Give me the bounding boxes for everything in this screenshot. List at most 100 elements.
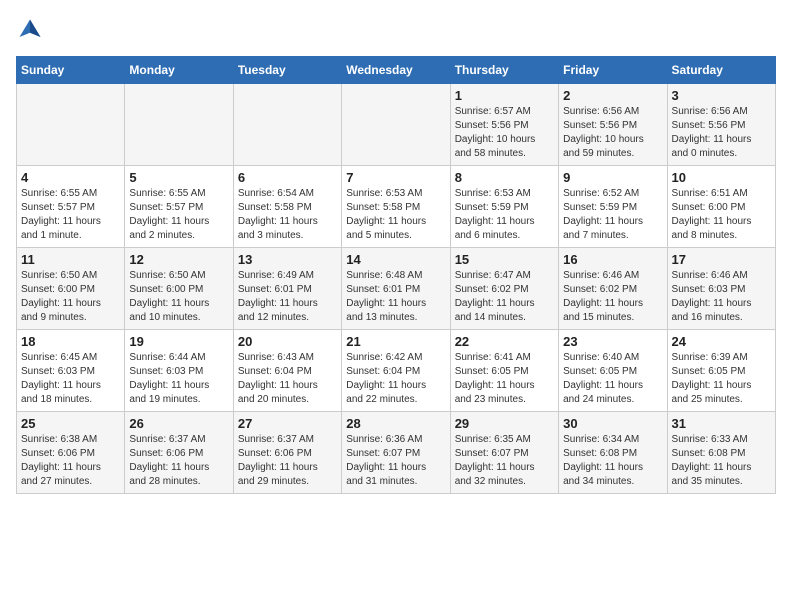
- calendar-cell: 28 Sunrise: 6:36 AM Sunset: 6:07 PM Dayli…: [342, 412, 450, 494]
- day-info: Sunrise: 6:37 AM Sunset: 6:06 PM Dayligh…: [129, 433, 228, 489]
- day-number: 14: [346, 252, 445, 267]
- day-info: Sunrise: 6:34 AM Sunset: 6:08 PM Dayligh…: [563, 433, 662, 489]
- logo: [16, 16, 46, 44]
- day-number: 21: [346, 334, 445, 349]
- day-info: Sunrise: 6:44 AM Sunset: 6:03 PM Dayligh…: [129, 351, 228, 407]
- day-number: 19: [129, 334, 228, 349]
- day-number: 23: [563, 334, 662, 349]
- day-info: Sunrise: 6:42 AM Sunset: 6:04 PM Dayligh…: [346, 351, 445, 407]
- day-info: Sunrise: 6:37 AM Sunset: 6:06 PM Dayligh…: [238, 433, 337, 489]
- calendar-cell: 7 Sunrise: 6:53 AM Sunset: 5:58 PM Daylig…: [342, 166, 450, 248]
- day-number: 10: [672, 170, 771, 185]
- day-number: 4: [21, 170, 120, 185]
- calendar-week-row: 1 Sunrise: 6:57 AM Sunset: 5:56 PM Daylig…: [17, 84, 776, 166]
- day-info: Sunrise: 6:41 AM Sunset: 6:05 PM Dayligh…: [455, 351, 554, 407]
- day-info: Sunrise: 6:47 AM Sunset: 6:02 PM Dayligh…: [455, 269, 554, 325]
- calendar-cell: 20 Sunrise: 6:43 AM Sunset: 6:04 PM Dayli…: [233, 330, 341, 412]
- calendar-cell: 9 Sunrise: 6:52 AM Sunset: 5:59 PM Daylig…: [559, 166, 667, 248]
- weekday-header: Monday: [125, 57, 233, 84]
- day-number: 31: [672, 416, 771, 431]
- day-number: 30: [563, 416, 662, 431]
- day-number: 17: [672, 252, 771, 267]
- day-info: Sunrise: 6:46 AM Sunset: 6:03 PM Dayligh…: [672, 269, 771, 325]
- day-info: Sunrise: 6:35 AM Sunset: 6:07 PM Dayligh…: [455, 433, 554, 489]
- calendar-cell: [17, 84, 125, 166]
- calendar-cell: 15 Sunrise: 6:47 AM Sunset: 6:02 PM Dayli…: [450, 248, 558, 330]
- calendar-cell: 24 Sunrise: 6:39 AM Sunset: 6:05 PM Dayli…: [667, 330, 775, 412]
- calendar-cell: [125, 84, 233, 166]
- calendar-cell: 3 Sunrise: 6:56 AM Sunset: 5:56 PM Daylig…: [667, 84, 775, 166]
- day-info: Sunrise: 6:52 AM Sunset: 5:59 PM Dayligh…: [563, 187, 662, 243]
- calendar-cell: 4 Sunrise: 6:55 AM Sunset: 5:57 PM Daylig…: [17, 166, 125, 248]
- calendar-cell: 5 Sunrise: 6:55 AM Sunset: 5:57 PM Daylig…: [125, 166, 233, 248]
- day-number: 20: [238, 334, 337, 349]
- day-info: Sunrise: 6:48 AM Sunset: 6:01 PM Dayligh…: [346, 269, 445, 325]
- calendar-cell: 2 Sunrise: 6:56 AM Sunset: 5:56 PM Daylig…: [559, 84, 667, 166]
- day-number: 6: [238, 170, 337, 185]
- weekday-header: Sunday: [17, 57, 125, 84]
- weekday-header-row: SundayMondayTuesdayWednesdayThursdayFrid…: [17, 57, 776, 84]
- day-number: 12: [129, 252, 228, 267]
- calendar-cell: 12 Sunrise: 6:50 AM Sunset: 6:00 PM Dayli…: [125, 248, 233, 330]
- day-number: 1: [455, 88, 554, 103]
- day-number: 5: [129, 170, 228, 185]
- calendar-week-row: 18Sunrise: 6:45 AM Sunset: 6:03 PM Dayli…: [17, 330, 776, 412]
- calendar-cell: [342, 84, 450, 166]
- calendar-header: SundayMondayTuesdayWednesdayThursdayFrid…: [17, 57, 776, 84]
- calendar-table: SundayMondayTuesdayWednesdayThursdayFrid…: [16, 56, 776, 494]
- day-number: 13: [238, 252, 337, 267]
- calendar-cell: 30 Sunrise: 6:34 AM Sunset: 6:08 PM Dayli…: [559, 412, 667, 494]
- calendar-cell: 22 Sunrise: 6:41 AM Sunset: 6:05 PM Dayli…: [450, 330, 558, 412]
- day-info: Sunrise: 6:40 AM Sunset: 6:05 PM Dayligh…: [563, 351, 662, 407]
- day-number: 9: [563, 170, 662, 185]
- day-info: Sunrise: 6:39 AM Sunset: 6:05 PM Dayligh…: [672, 351, 771, 407]
- day-number: 26: [129, 416, 228, 431]
- calendar-week-row: 4 Sunrise: 6:55 AM Sunset: 5:57 PM Daylig…: [17, 166, 776, 248]
- day-number: 11: [21, 252, 120, 267]
- day-number: 2: [563, 88, 662, 103]
- day-info: Sunrise: 6:53 AM Sunset: 5:58 PM Dayligh…: [346, 187, 445, 243]
- day-info: Sunrise: 6:50 AM Sunset: 6:00 PM Dayligh…: [129, 269, 228, 325]
- day-info: Sunrise: 6:55 AM Sunset: 5:57 PM Dayligh…: [129, 187, 228, 243]
- calendar-cell: 31 Sunrise: 6:33 AM Sunset: 6:08 PM Dayli…: [667, 412, 775, 494]
- calendar-cell: 21 Sunrise: 6:42 AM Sunset: 6:04 PM Dayli…: [342, 330, 450, 412]
- day-info: Sunrise: 6:56 AM Sunset: 5:56 PM Dayligh…: [563, 105, 662, 161]
- day-info: Sunrise: 6:33 AM Sunset: 6:08 PM Dayligh…: [672, 433, 771, 489]
- day-info: Sunrise: 6:50 AM Sunset: 6:00 PM Dayligh…: [21, 269, 120, 325]
- day-info: Sunrise: 6:51 AM Sunset: 6:00 PM Dayligh…: [672, 187, 771, 243]
- weekday-header: Tuesday: [233, 57, 341, 84]
- day-info: Sunrise: 6:43 AM Sunset: 6:04 PM Dayligh…: [238, 351, 337, 407]
- day-info: Sunrise: 6:36 AM Sunset: 6:07 PM Dayligh…: [346, 433, 445, 489]
- day-number: 8: [455, 170, 554, 185]
- day-number: 16: [563, 252, 662, 267]
- weekday-header: Friday: [559, 57, 667, 84]
- day-number: 29: [455, 416, 554, 431]
- day-info: Sunrise: 6:45 AM Sunset: 6:03 PM Dayligh…: [21, 351, 120, 407]
- day-number: 22: [455, 334, 554, 349]
- calendar-cell: 13 Sunrise: 6:49 AM Sunset: 6:01 PM Dayli…: [233, 248, 341, 330]
- calendar-cell: 19 Sunrise: 6:44 AM Sunset: 6:03 PM Dayli…: [125, 330, 233, 412]
- calendar-cell: 6Sunrise: 6:54 AM Sunset: 5:58 PM Daylig…: [233, 166, 341, 248]
- calendar-body: 1 Sunrise: 6:57 AM Sunset: 5:56 PM Daylig…: [17, 84, 776, 494]
- logo-icon: [16, 16, 44, 44]
- weekday-header: Saturday: [667, 57, 775, 84]
- calendar-cell: 23 Sunrise: 6:40 AM Sunset: 6:05 PM Dayli…: [559, 330, 667, 412]
- calendar-week-row: 25 Sunrise: 6:38 AM Sunset: 6:06 PM Dayli…: [17, 412, 776, 494]
- day-info: Sunrise: 6:49 AM Sunset: 6:01 PM Dayligh…: [238, 269, 337, 325]
- calendar-cell: 25 Sunrise: 6:38 AM Sunset: 6:06 PM Dayli…: [17, 412, 125, 494]
- calendar-cell: 8Sunrise: 6:53 AM Sunset: 5:59 PM Daylig…: [450, 166, 558, 248]
- day-number: 15: [455, 252, 554, 267]
- day-number: 25: [21, 416, 120, 431]
- day-info: Sunrise: 6:56 AM Sunset: 5:56 PM Dayligh…: [672, 105, 771, 161]
- day-info: Sunrise: 6:55 AM Sunset: 5:57 PM Dayligh…: [21, 187, 120, 243]
- day-number: 28: [346, 416, 445, 431]
- calendar-cell: 16Sunrise: 6:46 AM Sunset: 6:02 PM Dayli…: [559, 248, 667, 330]
- day-info: Sunrise: 6:38 AM Sunset: 6:06 PM Dayligh…: [21, 433, 120, 489]
- page-header: [16, 16, 776, 44]
- day-number: 7: [346, 170, 445, 185]
- calendar-cell: 17 Sunrise: 6:46 AM Sunset: 6:03 PM Dayli…: [667, 248, 775, 330]
- day-number: 24: [672, 334, 771, 349]
- day-info: Sunrise: 6:57 AM Sunset: 5:56 PM Dayligh…: [455, 105, 554, 161]
- day-number: 3: [672, 88, 771, 103]
- calendar-cell: 14 Sunrise: 6:48 AM Sunset: 6:01 PM Dayli…: [342, 248, 450, 330]
